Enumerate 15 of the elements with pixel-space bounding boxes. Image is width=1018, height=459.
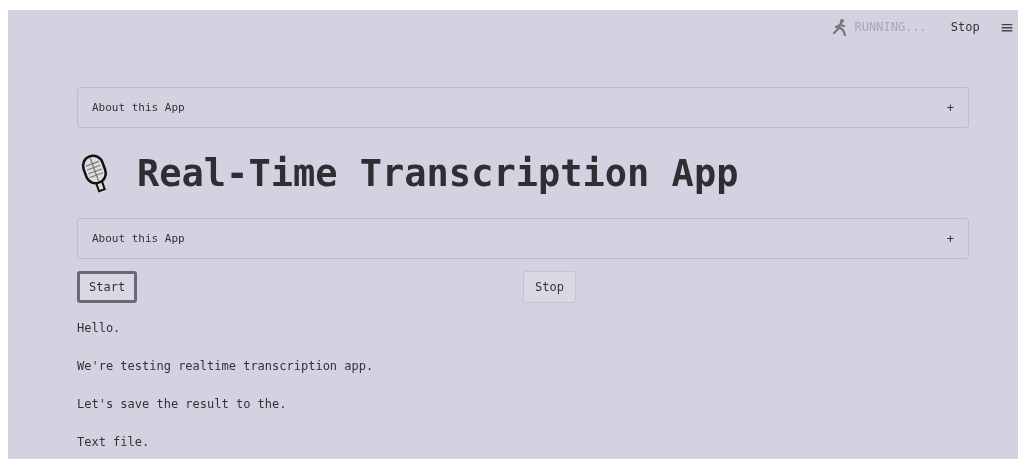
expand-toggle: + xyxy=(946,231,954,246)
expander-label: About this App xyxy=(92,232,185,245)
expander[interactable]: About this App + xyxy=(77,218,969,259)
expander[interactable]: About this App + xyxy=(77,87,969,128)
transcript-line: Text file. xyxy=(77,434,150,451)
start-button[interactable]: Start xyxy=(77,271,138,303)
transcript-line: We're testing realtime transcription app. xyxy=(77,358,374,375)
expand-toggle: + xyxy=(946,100,954,115)
stop-button[interactable]: Stop xyxy=(950,20,980,34)
transcript-line: Hello. xyxy=(77,320,121,337)
expander-label: About this App xyxy=(92,101,185,114)
transcript-line: Let's save the result to the. xyxy=(77,396,287,413)
running-figure-icon xyxy=(830,18,849,36)
app-title: Real-Time Transcription App xyxy=(137,151,739,195)
stop-button[interactable]: Stop xyxy=(523,271,576,303)
